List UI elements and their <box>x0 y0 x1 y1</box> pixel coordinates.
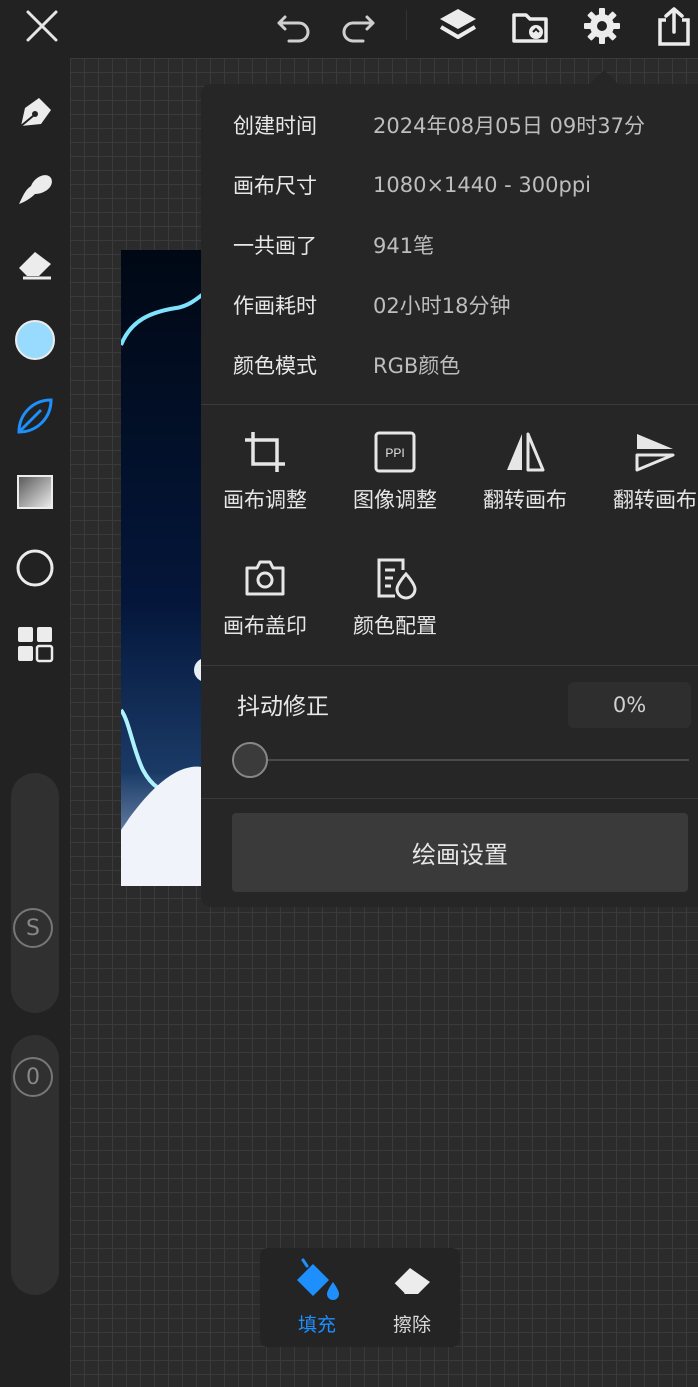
color-profile-button[interactable]: 颜色配置 <box>335 550 455 640</box>
stabilizer-slider-knob[interactable] <box>232 742 268 778</box>
info-value: 02小时18分钟 <box>373 294 511 318</box>
tool-sidebar: S 0 <box>0 58 70 1387</box>
pen-nib-icon[interactable] <box>13 90 57 134</box>
info-row-color-mode: 颜色模式 RGB颜色 <box>233 345 460 385</box>
erase-label: 擦除 <box>392 1314 431 1336</box>
action-label: 翻转画布 <box>483 488 567 512</box>
size-slider-knob[interactable]: S <box>13 908 53 948</box>
brush-size-slider[interactable]: S <box>11 773 59 1013</box>
crop-icon <box>245 432 285 472</box>
divider <box>201 798 698 799</box>
fill-tool-options: 填充 擦除 <box>260 1248 460 1347</box>
info-label: 创建时间 <box>233 114 317 138</box>
flip-horizontal-icon <box>507 432 545 472</box>
close-icon[interactable] <box>20 4 64 48</box>
camera-icon <box>245 560 285 596</box>
info-label: 画布尺寸 <box>233 174 317 198</box>
undo-icon[interactable] <box>272 4 316 48</box>
canvas-adjust-button[interactable]: 画布调整 <box>205 424 325 514</box>
info-label: 一共画了 <box>233 234 317 258</box>
action-label: 画布盖印 <box>223 614 307 638</box>
info-row-strokes: 一共画了 941笔 <box>233 225 434 265</box>
color-swatch[interactable] <box>13 318 57 362</box>
stabilizer-title: 抖动修正 <box>237 694 329 720</box>
eraser-icon <box>393 1268 430 1295</box>
info-value: 2024年08月05日 09时37分 <box>373 114 646 138</box>
stabilizer-slider-track[interactable] <box>249 759 689 761</box>
erase-button[interactable]: 擦除 <box>372 1258 452 1337</box>
circle-shape-icon[interactable] <box>13 546 57 590</box>
info-value: 1080×1440 - 300ppi <box>373 173 591 197</box>
action-label: 翻转画布 <box>613 488 697 512</box>
toolbar-separator <box>406 10 407 40</box>
stabilizer-value-field[interactable]: 0% <box>568 682 691 728</box>
artwork-canvas[interactable] <box>121 250 211 886</box>
flip-vertical-icon <box>635 434 675 472</box>
divider <box>201 665 698 666</box>
divider <box>201 404 698 405</box>
opacity-slider-knob[interactable]: 0 <box>13 1057 53 1097</box>
canvas-info-panel: 创建时间 2024年08月05日 09时37分 画布尺寸 1080×1440 -… <box>201 84 698 907</box>
layers-icon[interactable] <box>436 4 480 48</box>
fill-button[interactable]: 填充 <box>277 1258 357 1337</box>
gradient-icon[interactable] <box>13 470 57 514</box>
redo-icon[interactable] <box>336 4 380 48</box>
flip-horizontal-button[interactable]: 翻转画布 <box>465 424 585 514</box>
ppi-icon: PPI <box>374 431 416 473</box>
info-label: 颜色模式 <box>233 354 317 378</box>
eraser-icon[interactable] <box>13 242 57 286</box>
info-label: 作画耗时 <box>233 294 317 318</box>
brush-icon[interactable] <box>13 166 57 210</box>
share-icon[interactable] <box>652 4 696 48</box>
info-row-created: 创建时间 2024年08月05日 09时37分 <box>233 105 645 145</box>
paint-bucket-icon <box>297 1258 339 1300</box>
fill-label: 填充 <box>297 1314 336 1336</box>
brush-opacity-slider[interactable]: 0 <box>11 1035 59 1295</box>
svg-text:PPI: PPI <box>385 446 404 460</box>
leaf-brush-icon[interactable] <box>13 394 57 438</box>
color-profile-icon <box>377 558 417 600</box>
grid-tools-icon[interactable] <box>13 622 57 666</box>
info-value: 941笔 <box>373 234 435 258</box>
gear-icon[interactable] <box>580 4 624 48</box>
top-toolbar <box>0 0 698 58</box>
import-icon[interactable] <box>508 4 552 48</box>
panel-pointer <box>590 70 618 84</box>
action-label: 颜色配置 <box>353 614 437 638</box>
info-value: RGB颜色 <box>373 354 461 378</box>
info-row-size: 画布尺寸 1080×1440 - 300ppi <box>233 165 591 205</box>
flip-vertical-button[interactable]: 翻转画布 <box>595 424 698 514</box>
action-label: 图像调整 <box>353 488 437 512</box>
image-adjust-button[interactable]: PPI 图像调整 <box>335 424 455 514</box>
action-label: 画布调整 <box>223 488 307 512</box>
painting-settings-button[interactable]: 绘画设置 <box>232 813 688 892</box>
canvas-stamp-button[interactable]: 画布盖印 <box>205 550 325 640</box>
info-row-duration: 作画耗时 02小时18分钟 <box>233 285 510 325</box>
